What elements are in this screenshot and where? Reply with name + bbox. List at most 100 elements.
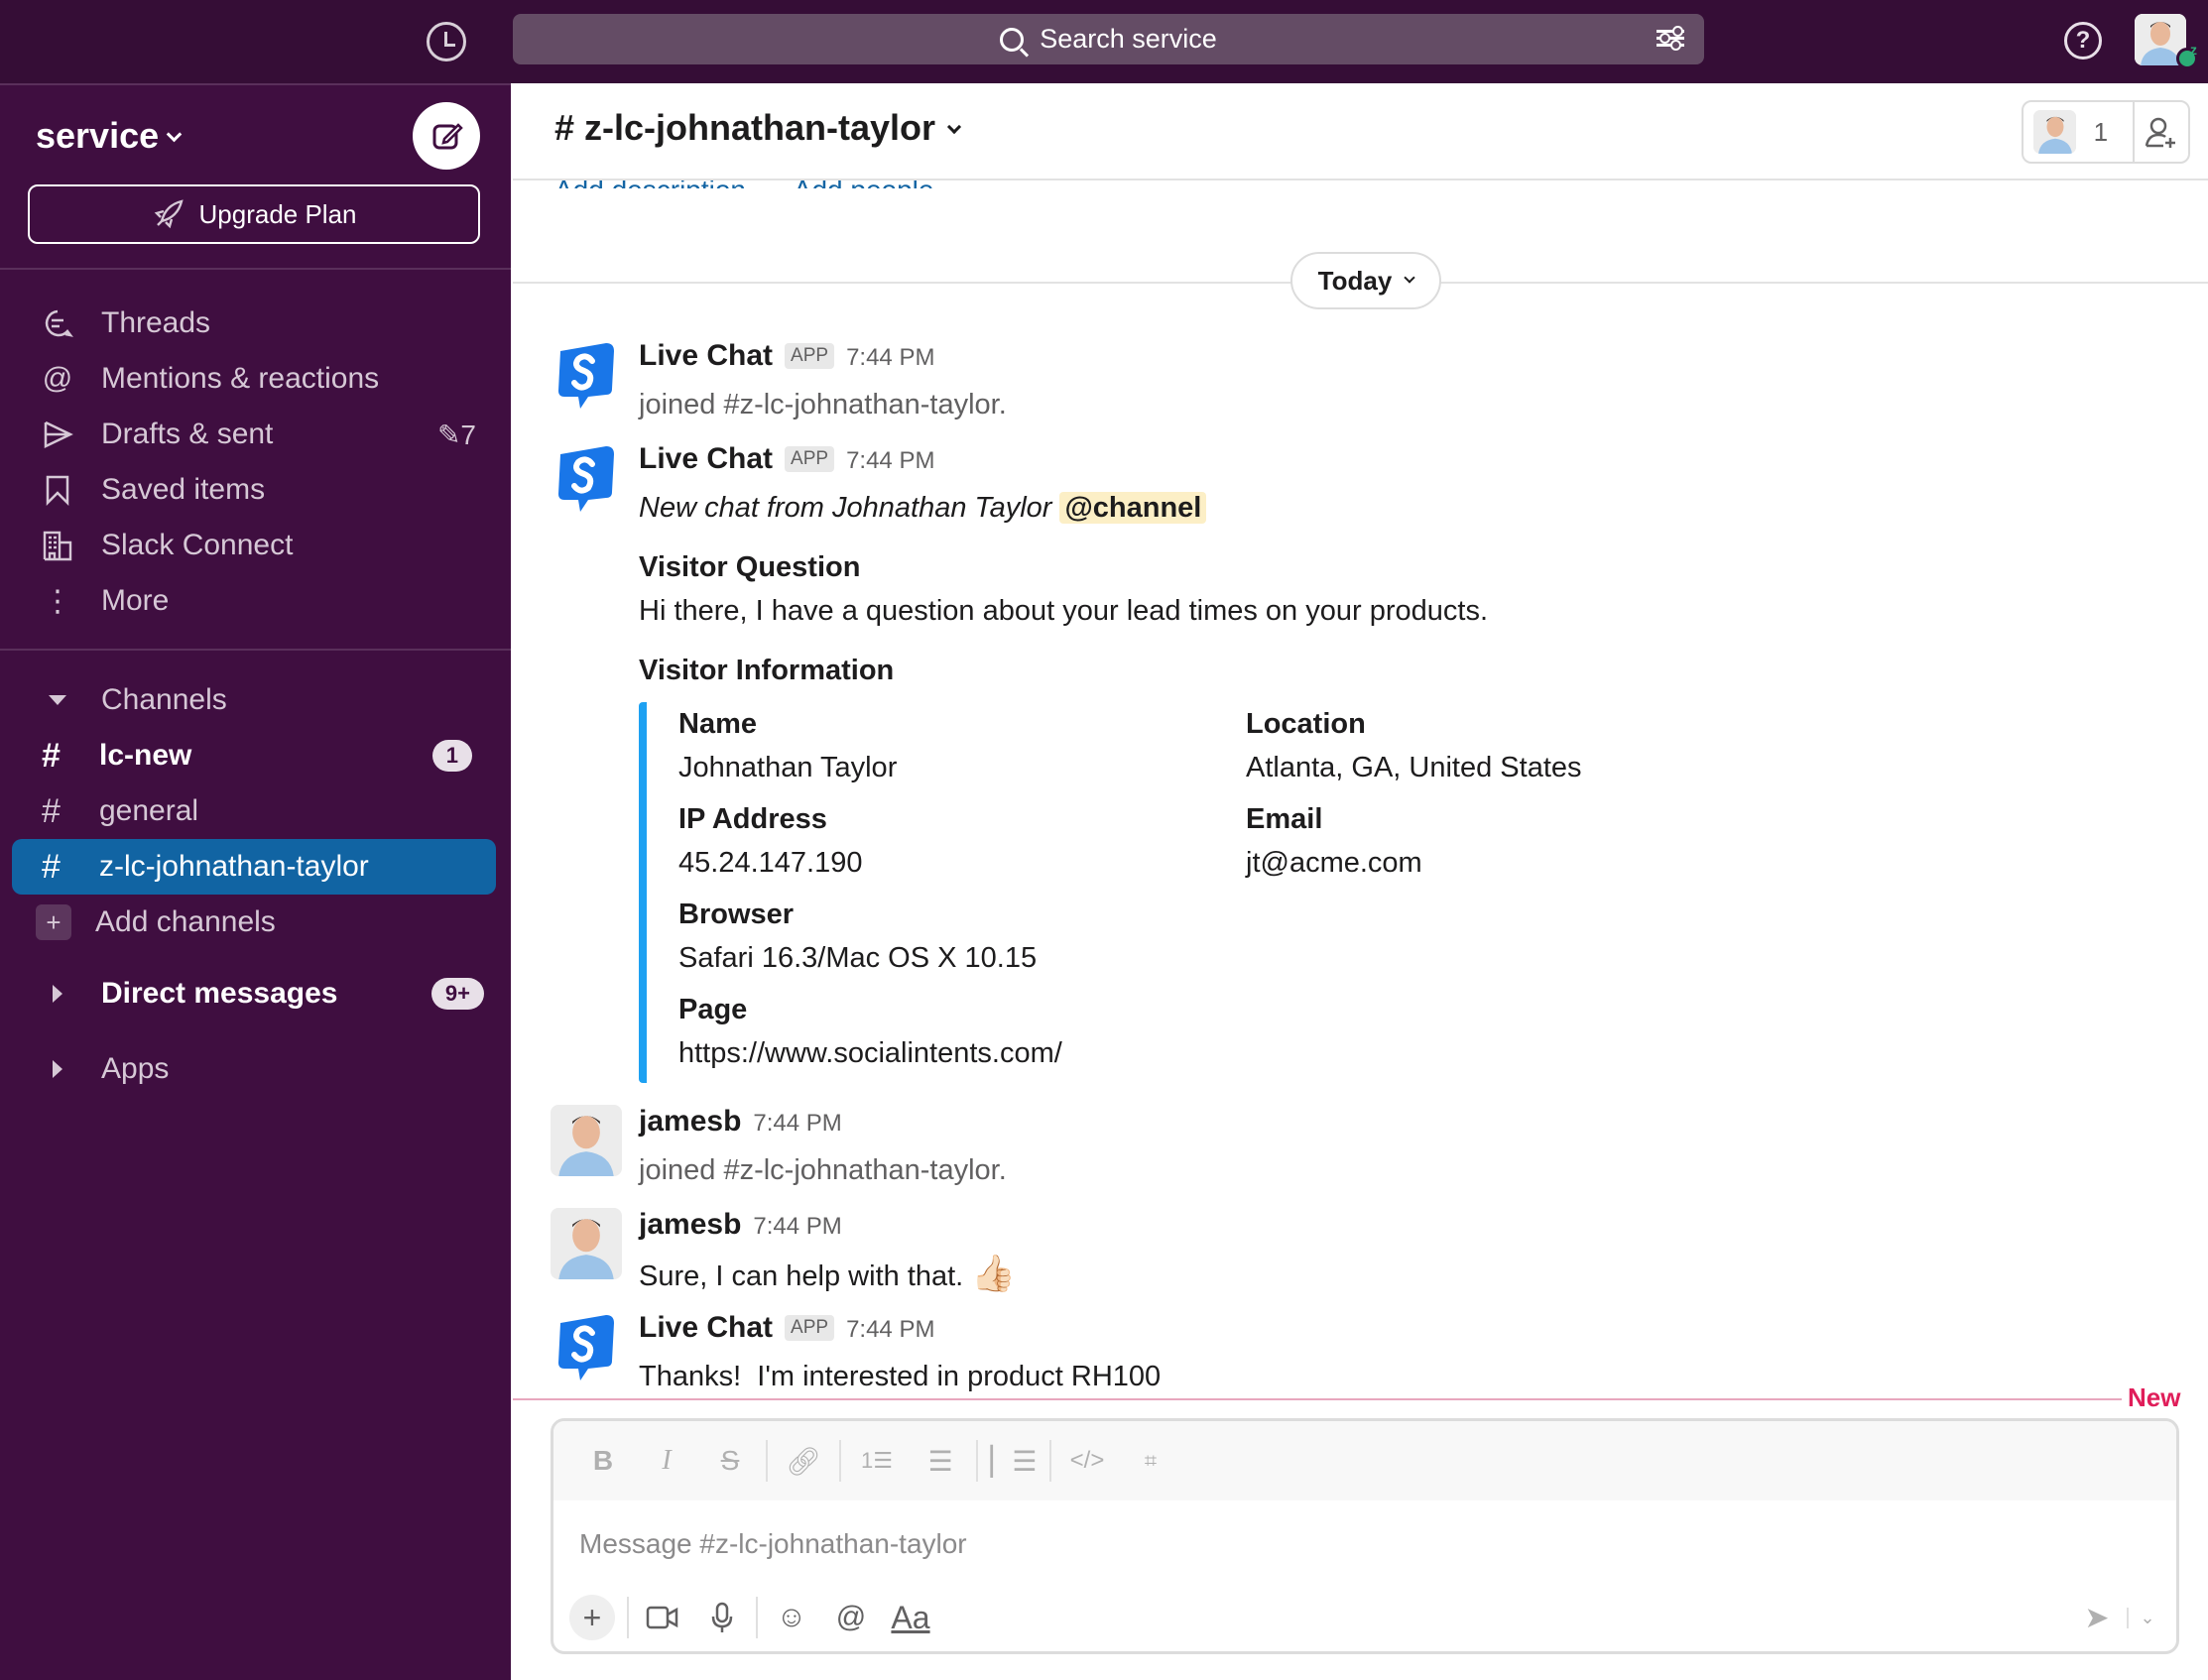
user-avatar[interactable] [551,1208,622,1279]
chevron-down-icon [166,126,183,143]
app-tag: APP [785,343,835,369]
member-count: 1 [2093,116,2109,147]
code-block-icon[interactable]: ⌗ [1119,1437,1182,1485]
sidebar-channel-general[interactable]: # general [12,783,496,839]
drafts-count: ✎7 [436,419,476,450]
app-tag: APP [785,1315,835,1341]
timestamp[interactable]: 7:44 PM [846,447,934,475]
author-name[interactable]: Live Chat [639,339,773,373]
bookmark-icon [40,472,75,508]
search-placeholder: Search service [1040,24,1217,54]
apps-section-header[interactable]: Apps [40,1045,476,1093]
channel-title[interactable]: # z-lc-johnathan-taylor [554,107,962,149]
divider [0,268,511,270]
divider [0,649,511,651]
live-chat-app-icon[interactable] [551,1311,622,1382]
link-icon[interactable]: 🔗︎ [772,1437,835,1485]
add-channels-button[interactable]: + Add channels [12,895,496,950]
author-name[interactable]: Live Chat [639,442,773,476]
sidebar-channel-z-lc-johnathan-taylor[interactable]: # z-lc-johnathan-taylor [12,839,496,895]
message-text: Thanks! I'm interested in product RH100 [639,1361,1162,1392]
timestamp[interactable]: 7:44 PM [753,1213,841,1241]
caret-right-icon [40,1051,75,1087]
channel-header: # z-lc-johnathan-taylor 1 [513,83,2208,180]
sidebar-item-threads[interactable]: Threads [40,300,476,347]
plus-icon[interactable]: + [569,1595,615,1640]
more-vertical-icon: ⋮ [43,584,72,618]
hash-icon: # [42,791,61,830]
emoji-icon[interactable]: ☺ [762,1592,821,1643]
italic-icon[interactable]: I [635,1437,698,1485]
direct-messages-section-header[interactable]: Direct messages 9+ [40,970,484,1018]
mention-icon[interactable]: @ [821,1592,881,1643]
video-icon[interactable] [633,1592,692,1643]
rocket-icon [154,199,184,229]
timestamp[interactable]: 7:44 PM [846,344,934,372]
unread-badge: 1 [431,740,472,772]
field-email: Email jt@acme.com [1246,803,1422,879]
upgrade-plan-button[interactable]: Upgrade Plan [28,184,480,244]
history-icon[interactable] [427,22,466,61]
sidebar-item-drafts[interactable]: Drafts & sent ✎7 [40,411,476,458]
author-name[interactable]: jamesb [639,1105,741,1139]
add-member-icon[interactable] [2135,114,2188,150]
chevron-down-icon[interactable]: ⌄ [2127,1607,2166,1628]
mention-icon: @ [42,362,73,395]
send-icon[interactable]: ➤ [2067,1601,2127,1635]
field-ip-address: IP Address 45.24.147.190 [678,803,863,879]
message-input[interactable]: Message #z-lc-johnathan-taylor [579,1528,967,1560]
sidebar-item-mentions[interactable]: @ Mentions & reactions [40,355,476,403]
visitor-info-attachment: Name Johnathan Taylor Location Atlanta, GA… [639,702,1730,1083]
search-bar[interactable]: Search service [513,14,1704,64]
chevron-down-icon [946,119,962,135]
live-chat-app-icon[interactable] [551,442,622,514]
field-name: Name Johnathan Taylor [678,708,898,783]
members-button[interactable]: 1 [2022,100,2190,164]
send-icon [40,417,75,452]
top-bar: Search service ? z [0,0,2208,83]
microphone-icon[interactable] [692,1592,752,1643]
sidebar-item-slack-connect[interactable]: Slack Connect [40,522,476,569]
blockquote-icon[interactable]: ▏☰ [982,1437,1045,1485]
sidebar-item-more[interactable]: ⋮ More [40,577,476,625]
channel-mention[interactable]: @channel [1059,492,1207,524]
message-composer: B I S 🔗︎ 1☰ ☰ ▏☰ </> ⌗ Message #z-lc-joh… [551,1418,2179,1654]
filter-icon[interactable] [1656,26,1684,52]
code-icon[interactable]: </> [1055,1437,1119,1485]
building-icon [40,528,75,563]
visitor-info-title: Visitor Information [639,655,895,686]
channels-section-header[interactable]: Channels [40,676,476,724]
live-chat-app-icon[interactable] [551,339,622,411]
search-icon [1000,27,1025,52]
help-icon[interactable]: ? [2064,22,2102,60]
message-text: joined #z-lc-johnathan-taylor. [639,389,1007,420]
bold-icon[interactable]: B [571,1437,635,1485]
compose-button[interactable] [413,102,480,170]
message-text: joined #z-lc-johnathan-taylor. [639,1154,1007,1186]
plus-icon: + [36,904,71,940]
visitor-question: Hi there, I have a question about your l… [639,595,1488,627]
composer-actions: + ☺ @ Aa ➤ ⌄ [569,1590,2166,1645]
thumbs-up-emoji: 👍🏻 [971,1253,1017,1293]
channel-view: # z-lc-johnathan-taylor 1 Add descriptio… [513,83,2208,1680]
threads-icon [40,305,75,341]
snooze-icon: z [2190,42,2197,58]
date-divider-today[interactable]: Today [1290,252,1441,309]
sidebar-channel-lc-new[interactable]: # lc-new 1 [12,728,496,783]
workspace-name[interactable]: service [36,115,183,157]
timestamp[interactable]: 7:44 PM [753,1110,841,1138]
user-avatar[interactable] [551,1105,622,1176]
strikethrough-icon[interactable]: S [698,1437,762,1485]
text-format-icon[interactable]: Aa [881,1592,940,1643]
visitor-question-title: Visitor Question [639,551,861,583]
author-name[interactable]: Live Chat [639,1311,773,1345]
compose-icon [432,123,463,150]
sidebar-item-saved[interactable]: Saved items [40,466,476,514]
timestamp[interactable]: 7:44 PM [846,1316,934,1344]
bulleted-list-icon[interactable]: ☰ [909,1437,972,1485]
pencil-icon: ✎ [436,419,461,450]
author-name[interactable]: jamesb [639,1208,741,1242]
formatting-toolbar: B I S 🔗︎ 1☰ ☰ ▏☰ </> ⌗ [553,1421,2176,1500]
ordered-list-icon[interactable]: 1☰ [845,1437,909,1485]
message-text: Sure, I can help with that. 👍🏻 [639,1253,1017,1293]
